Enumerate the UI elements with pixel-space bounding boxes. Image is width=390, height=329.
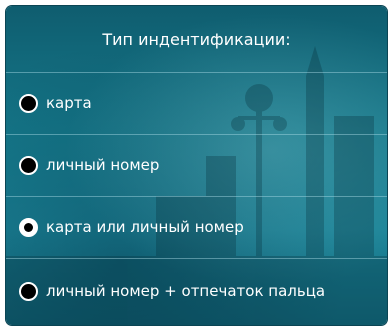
option-label: карта или личный номер [46,218,244,236]
panel-title: Тип индентификации: [102,29,291,49]
option-personal-number[interactable]: личный номер [6,134,387,196]
option-personal-number-fingerprint[interactable]: личный номер + отпечаток пальца [6,260,387,322]
option-card[interactable]: карта [6,72,387,134]
option-label: карта [46,94,92,112]
option-label: личный номер + отпечаток пальца [46,282,326,300]
radio-button-personal-number-fingerprint[interactable] [19,281,38,301]
radio-button-card-or-personal-number[interactable] [19,217,38,237]
identification-type-panel: Тип индентификации: карта личный номер к… [6,6,387,325]
radio-selected-dot [24,222,33,232]
option-label: личный номер [46,156,160,174]
radio-button-card[interactable] [19,93,38,113]
divider [6,258,387,259]
radio-button-personal-number[interactable] [19,155,38,175]
option-card-or-personal-number[interactable]: карта или личный номер [6,196,387,258]
